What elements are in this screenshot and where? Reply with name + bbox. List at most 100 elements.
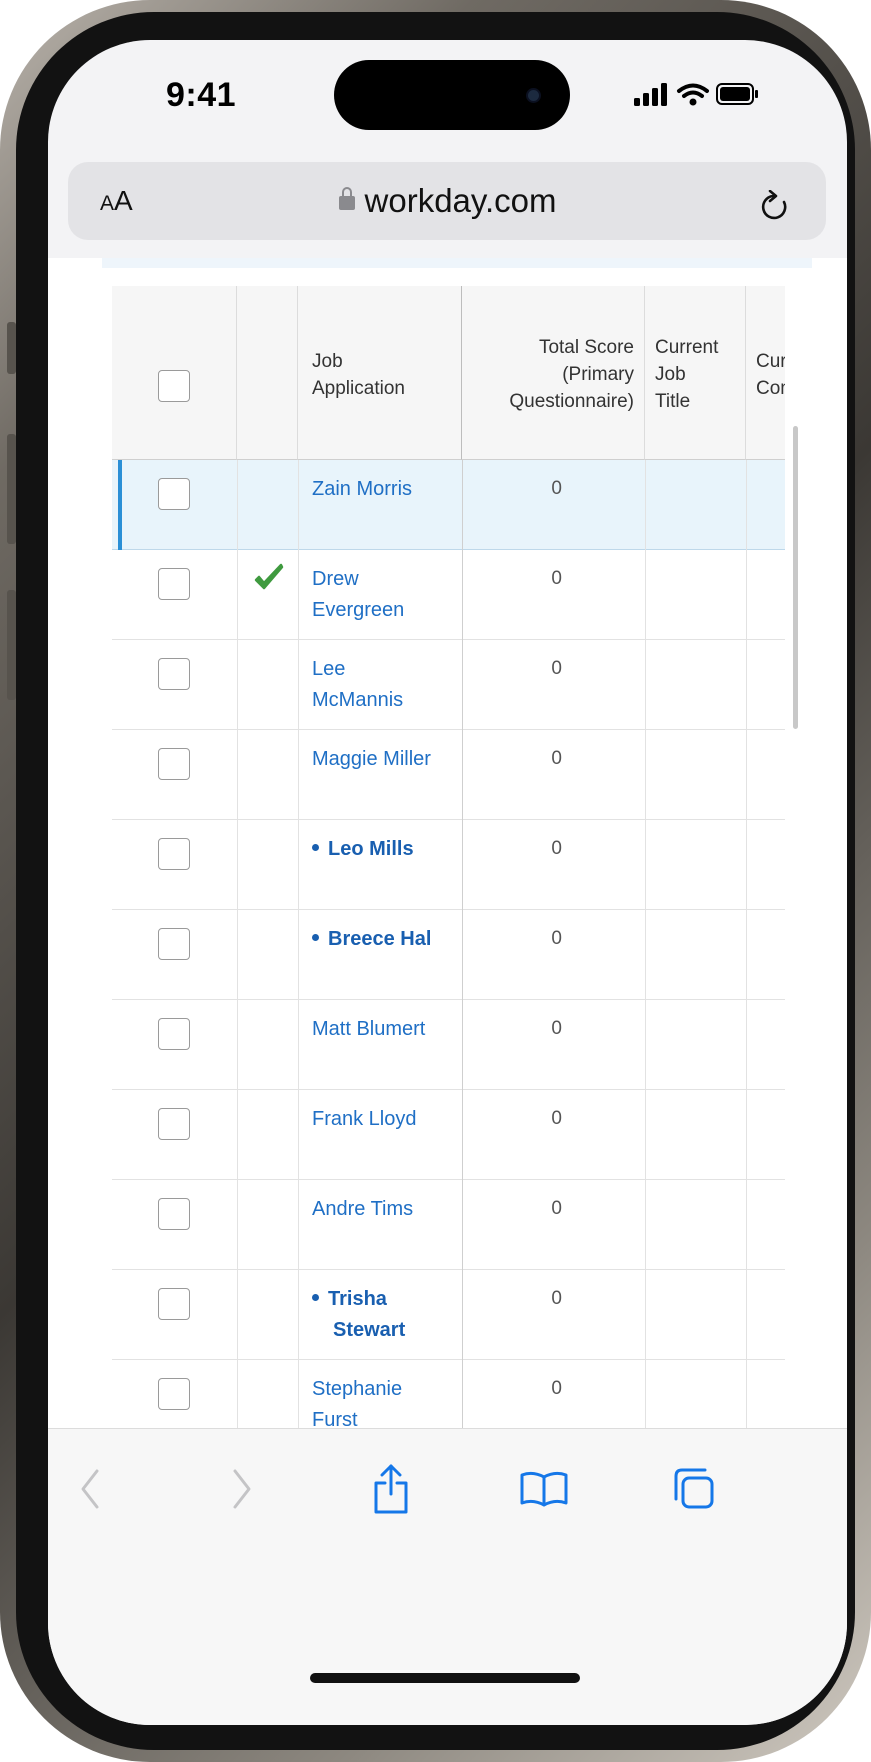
total-score-header: Total Score (Primary Questionnaire) xyxy=(509,337,634,412)
column-divider xyxy=(298,1360,299,1428)
column-divider xyxy=(237,640,238,730)
column-divider xyxy=(462,550,463,640)
row-checkbox[interactable] xyxy=(158,1108,190,1140)
total-score-value: 0 xyxy=(551,1378,562,1399)
back-chevron-icon xyxy=(81,1469,99,1509)
table-row[interactable]: Breece Hal 0 xyxy=(112,910,785,1000)
column-divider xyxy=(746,910,747,1000)
row-checkbox[interactable] xyxy=(158,1378,190,1410)
forward-chevron-icon xyxy=(233,1469,251,1509)
column-divider xyxy=(645,550,646,640)
table-row[interactable]: Maggie Miller 0 xyxy=(112,730,785,820)
back-button[interactable] xyxy=(60,1459,120,1519)
header-select-cell xyxy=(112,286,237,460)
column-divider xyxy=(298,460,299,550)
applicant-name-link[interactable]: Frank Lloyd xyxy=(312,1104,462,1135)
cellular-signal-icon xyxy=(634,83,667,106)
header-current-company[interactable]: Curre Comp xyxy=(746,286,785,460)
applicant-name-link[interactable]: Stephanie Furst xyxy=(312,1374,462,1428)
applicant-name-link[interactable]: Trisha Stewart xyxy=(312,1284,462,1346)
applicant-name-link[interactable]: Zain Morris xyxy=(312,474,462,505)
total-score-value: 0 xyxy=(551,568,562,589)
column-divider xyxy=(462,1270,463,1360)
domain-label: workday.com xyxy=(364,182,557,219)
row-checkbox[interactable] xyxy=(158,1018,190,1050)
table-row[interactable]: Lee McMannis 0 xyxy=(112,640,785,730)
phone-screen: 9:41 AA workday.com Job Application Tota… xyxy=(48,40,847,1725)
column-divider xyxy=(298,550,299,640)
total-score-value: 0 xyxy=(551,838,562,859)
volume-down-button xyxy=(7,590,16,700)
wifi-icon xyxy=(677,83,709,106)
total-score-value: 0 xyxy=(551,748,562,769)
applicant-name-link[interactable]: Breece Hal xyxy=(312,924,462,955)
url-domain[interactable]: workday.com xyxy=(48,182,847,220)
column-divider xyxy=(746,460,747,550)
column-divider xyxy=(237,1000,238,1090)
row-checkbox[interactable] xyxy=(158,568,190,600)
tabs-button[interactable] xyxy=(664,1459,724,1519)
column-divider xyxy=(462,1090,463,1180)
header-job-application[interactable]: Job Application xyxy=(298,286,462,460)
unread-dot xyxy=(312,844,319,851)
column-divider xyxy=(645,1180,646,1270)
total-score-value: 0 xyxy=(551,1288,562,1309)
table-row[interactable]: Frank Lloyd 0 xyxy=(112,1090,785,1180)
row-checkbox[interactable] xyxy=(158,748,190,780)
table-row[interactable]: Matt Blumert 0 xyxy=(112,1000,785,1090)
column-divider xyxy=(645,820,646,910)
total-score-value: 0 xyxy=(551,658,562,679)
applicant-name-link[interactable]: Andre Tims xyxy=(312,1194,462,1225)
row-checkbox[interactable] xyxy=(158,928,190,960)
column-divider xyxy=(746,1270,747,1360)
row-checkbox[interactable] xyxy=(158,1288,190,1320)
table-row[interactable]: Leo Mills 0 xyxy=(112,820,785,910)
row-checkbox[interactable] xyxy=(158,478,190,510)
table-row[interactable]: Drew Evergreen 0 xyxy=(112,550,785,640)
lock-icon xyxy=(338,187,355,210)
column-divider xyxy=(298,1000,299,1090)
column-divider xyxy=(645,1360,646,1428)
table-row[interactable]: Zain Morris 0 xyxy=(112,460,785,550)
share-button[interactable] xyxy=(361,1459,421,1519)
reload-icon[interactable] xyxy=(758,190,792,224)
column-divider xyxy=(298,820,299,910)
volume-up-button xyxy=(7,434,16,544)
applicant-name-link[interactable]: Leo Mills xyxy=(312,834,462,865)
forward-button[interactable] xyxy=(212,1459,272,1519)
table-row[interactable]: Trisha Stewart 0 xyxy=(112,1270,785,1360)
bookmarks-button[interactable] xyxy=(514,1459,574,1519)
applicant-name-link[interactable]: Matt Blumert xyxy=(312,1014,462,1045)
column-divider xyxy=(746,1180,747,1270)
table-row[interactable]: Andre Tims 0 xyxy=(112,1180,785,1270)
applicant-name-link[interactable]: Drew Evergreen xyxy=(312,564,462,626)
total-score-value: 0 xyxy=(551,1198,562,1219)
select-all-checkbox[interactable] xyxy=(158,370,190,402)
column-divider xyxy=(645,1000,646,1090)
header-total-score[interactable]: Total Score (Primary Questionnaire) xyxy=(462,286,645,460)
row-checkbox[interactable] xyxy=(158,1198,190,1230)
applicant-name-link[interactable]: Lee McMannis xyxy=(312,654,462,716)
column-divider xyxy=(298,910,299,1000)
header-status-cell xyxy=(237,286,298,460)
row-checkbox[interactable] xyxy=(158,838,190,870)
column-divider xyxy=(237,730,238,820)
applications-grid: Job Application Total Score (Primary Que… xyxy=(112,286,785,1428)
silent-switch xyxy=(7,322,16,374)
column-divider xyxy=(645,730,646,820)
column-divider xyxy=(746,1360,747,1428)
column-divider xyxy=(298,730,299,820)
column-divider xyxy=(462,460,463,550)
column-divider xyxy=(237,1270,238,1360)
column-divider xyxy=(462,640,463,730)
row-checkbox[interactable] xyxy=(158,658,190,690)
column-divider xyxy=(645,1270,646,1360)
job-application-header: Job Application xyxy=(312,351,405,399)
header-current-job-title[interactable]: Current Job Title xyxy=(645,286,746,460)
table-scrollbar[interactable] xyxy=(793,426,798,729)
table-row[interactable]: Stephanie Furst 0 xyxy=(112,1360,785,1428)
current-job-title-header: Current Job Title xyxy=(655,337,719,412)
applicant-name-link[interactable]: Maggie Miller xyxy=(312,744,462,775)
column-divider xyxy=(298,640,299,730)
status-time: 9:41 xyxy=(166,76,237,114)
